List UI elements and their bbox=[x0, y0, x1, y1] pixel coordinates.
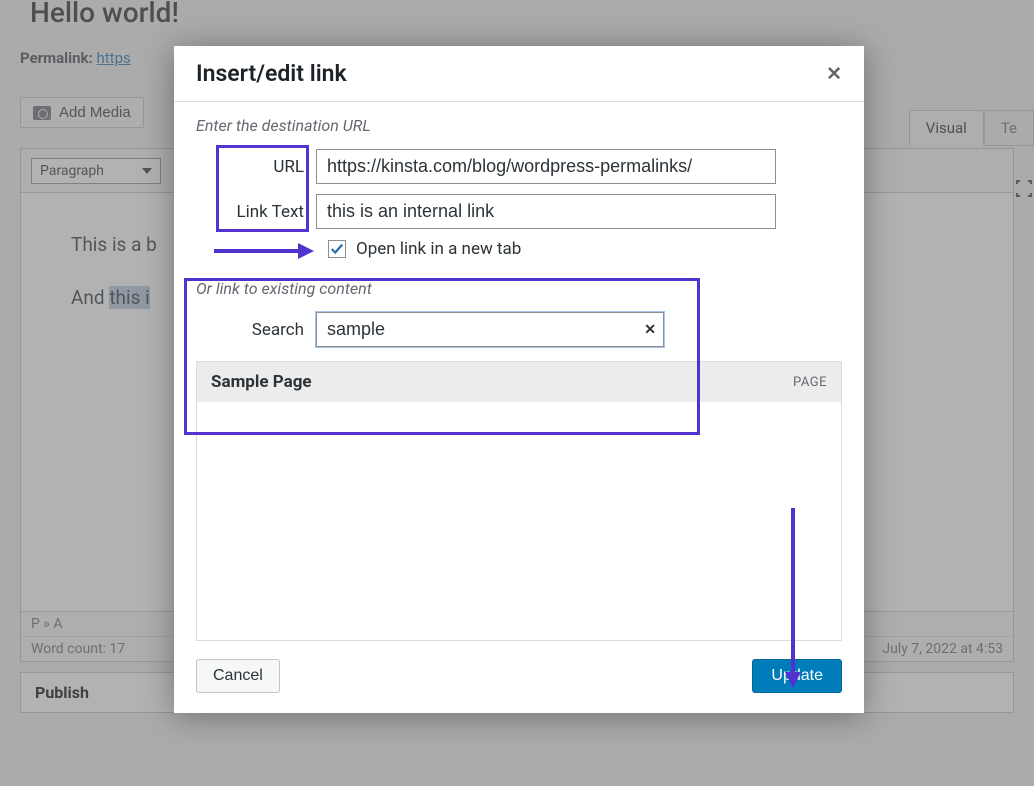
modal-body: Enter the destination URL URL Link Text … bbox=[174, 102, 864, 645]
newtab-label: Open link in a new tab bbox=[356, 239, 521, 259]
search-input[interactable] bbox=[316, 312, 664, 347]
search-input-wrap: ✕ bbox=[316, 312, 664, 347]
search-row: Search ✕ bbox=[196, 312, 842, 347]
result-title: Sample Page bbox=[211, 372, 312, 392]
check-icon bbox=[330, 242, 344, 256]
search-result-item[interactable]: Sample Page PAGE bbox=[197, 362, 841, 402]
modal-footer: Cancel Update bbox=[174, 645, 864, 713]
result-type: PAGE bbox=[793, 375, 827, 390]
insert-link-modal: Insert/edit link ✕ Enter the destination… bbox=[174, 46, 864, 713]
url-row: URL bbox=[196, 149, 842, 184]
modal-header: Insert/edit link ✕ bbox=[174, 46, 864, 102]
existing-content-label: Or link to existing content bbox=[196, 279, 842, 298]
newtab-row: Open link in a new tab bbox=[328, 239, 842, 259]
update-button[interactable]: Update bbox=[752, 659, 842, 693]
modal-title: Insert/edit link bbox=[196, 60, 347, 87]
newtab-checkbox[interactable] bbox=[328, 240, 346, 258]
url-input[interactable] bbox=[316, 149, 776, 184]
close-icon[interactable]: ✕ bbox=[826, 62, 842, 85]
linktext-input[interactable] bbox=[316, 194, 776, 229]
linktext-label: Link Text bbox=[196, 202, 316, 222]
url-label: URL bbox=[196, 157, 316, 177]
cancel-button[interactable]: Cancel bbox=[196, 659, 280, 693]
clear-search-icon[interactable]: ✕ bbox=[644, 322, 656, 338]
enter-url-section-label: Enter the destination URL bbox=[196, 116, 842, 135]
linktext-row: Link Text bbox=[196, 194, 842, 229]
search-results: Sample Page PAGE bbox=[196, 361, 842, 641]
search-label: Search bbox=[196, 320, 316, 340]
